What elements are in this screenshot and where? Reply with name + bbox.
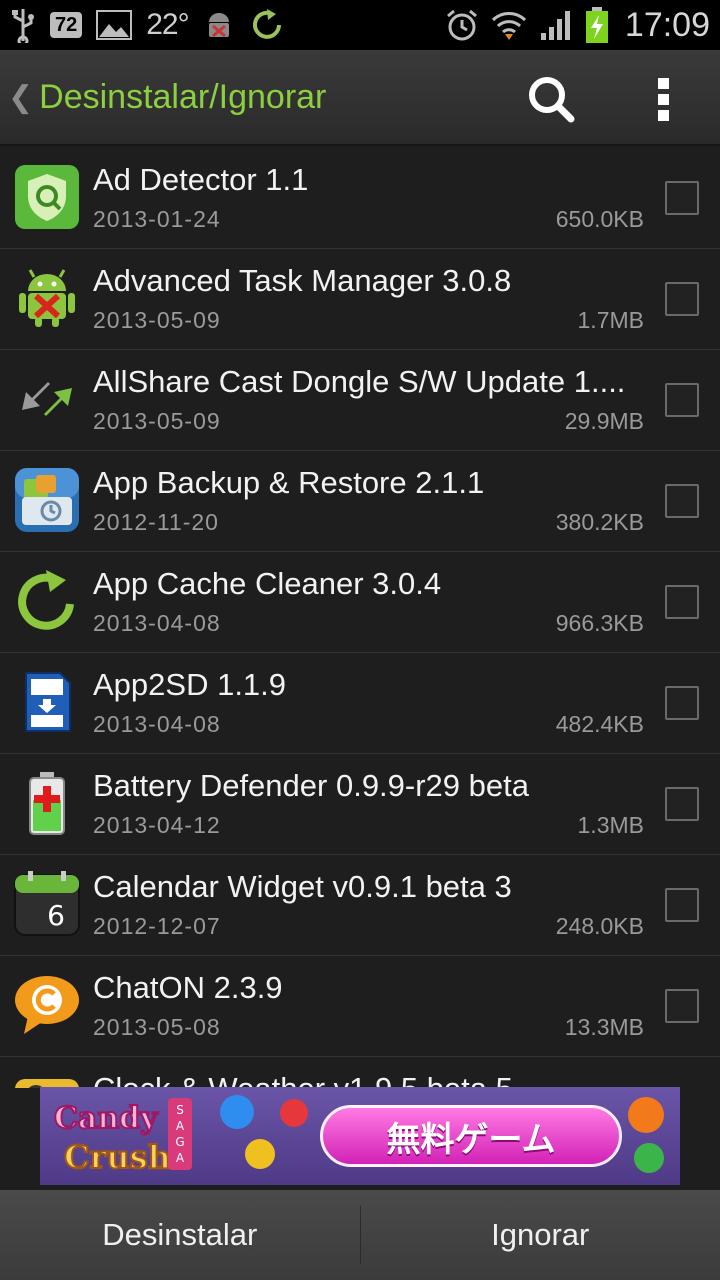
app-name: Ad Detector 1.1 — [93, 162, 309, 197]
app-name: Calendar Widget v0.9.1 beta 3 — [93, 869, 512, 904]
select-checkbox[interactable] — [665, 686, 699, 720]
android-icon — [203, 8, 235, 42]
allshare-icon — [14, 366, 80, 432]
app-name: Advanced Task Manager 3.0.8 — [93, 263, 512, 298]
app-date: 2012-12-07 — [93, 913, 221, 939]
search-icon[interactable] — [526, 74, 576, 124]
candy-blue-icon — [220, 1095, 254, 1129]
app2sd-icon — [14, 669, 80, 735]
select-checkbox[interactable] — [665, 282, 699, 316]
app-date: 2013-05-09 — [93, 408, 221, 434]
ad-cta-button[interactable]: 無料ゲーム — [320, 1105, 622, 1167]
app-date: 2013-04-12 — [93, 812, 221, 838]
list-item[interactable]: Battery Defender 0.9.9-r29 beta 2013-04-… — [0, 754, 720, 855]
back-chevron-icon[interactable]: ❮ — [8, 80, 33, 115]
select-checkbox[interactable] — [665, 888, 699, 922]
app-backup-icon — [14, 467, 80, 533]
candy-yellow-icon — [245, 1139, 275, 1169]
chaton-icon — [14, 972, 80, 1038]
app-size: 966.3KB — [555, 610, 644, 636]
app-date: 2013-04-08 — [93, 610, 221, 636]
list-item[interactable]: Ad Detector 1.1 2013-01-24 650.0KB — [0, 148, 720, 249]
candy-red-icon — [280, 1099, 308, 1127]
app-date: 2013-04-08 — [93, 711, 221, 737]
wifi-icon — [491, 8, 527, 42]
app-date: 2013-05-09 — [93, 307, 221, 333]
app-size: 380.2KB — [555, 509, 644, 535]
app-size: 248.0KB — [555, 913, 644, 939]
list-item[interactable]: App2SD 1.1.9 2013-04-08 482.4KB — [0, 653, 720, 754]
ad-detector-icon — [14, 164, 80, 230]
battery-defender-icon — [14, 770, 80, 836]
svg-text:6: 6 — [47, 899, 65, 932]
list-item[interactable]: 6 Calendar Widget v0.9.1 beta 3 2012-12-… — [0, 855, 720, 956]
list-item[interactable]: App Backup & Restore 2.1.1 2012-11-20 38… — [0, 451, 720, 552]
clock-weather-icon — [14, 1073, 80, 1088]
overflow-menu-icon[interactable] — [652, 74, 676, 124]
select-checkbox[interactable] — [665, 484, 699, 518]
app-size: 29.9MB — [564, 408, 644, 434]
list-item[interactable]: AllShare Cast Dongle S/W Update 1.... 20… — [0, 350, 720, 451]
list-item[interactable]: Clock & Weather v1.9.5 beta 5 — [0, 1057, 720, 1088]
list-item[interactable]: ChatON 2.3.9 2013-05-08 13.3MB — [0, 956, 720, 1057]
refresh-icon — [249, 7, 285, 43]
select-checkbox[interactable] — [665, 585, 699, 619]
app-size: 1.3MB — [577, 812, 644, 838]
app-date: 2013-05-08 — [93, 1014, 221, 1040]
app-list: Ad Detector 1.1 2013-01-24 650.0KB Advan… — [0, 148, 720, 1088]
svg-text:A: A — [176, 1119, 185, 1133]
cache-cleaner-icon — [14, 568, 80, 634]
status-bar: 72 22° 17:09 — [0, 0, 720, 50]
app-name: App Cache Cleaner 3.0.4 — [93, 566, 442, 601]
app-name: Clock & Weather v1.9.5 beta 5 — [93, 1071, 638, 1088]
clock-text: 17:09 — [624, 5, 710, 44]
app-name: ChatON 2.3.9 — [93, 970, 283, 1005]
app-size: 1.7MB — [577, 307, 644, 333]
page-title[interactable]: Desinstalar/Ignorar — [39, 78, 326, 117]
select-checkbox[interactable] — [665, 383, 699, 417]
app-date: 2013-01-24 — [93, 206, 221, 232]
task-manager-icon — [14, 265, 80, 331]
app-name: App Backup & Restore 2.1.1 — [93, 465, 485, 500]
ad-banner[interactable]: Candy Crush S A G A 無料ゲーム — [40, 1087, 680, 1185]
app-name: App2SD 1.1.9 — [93, 667, 287, 702]
candy-crush-logo: Candy Crush S A G A — [50, 1092, 200, 1180]
calendar-widget-icon: 6 — [14, 871, 80, 937]
uninstall-button[interactable]: Desinstalar — [0, 1190, 360, 1280]
app-size: 650.0KB — [555, 206, 644, 232]
select-checkbox[interactable] — [665, 181, 699, 215]
signal-icon — [539, 9, 573, 41]
svg-text:Candy: Candy — [54, 1101, 159, 1136]
candy-green-icon — [634, 1143, 664, 1173]
notification-count-badge: 72 — [50, 12, 83, 38]
select-checkbox[interactable] — [665, 989, 699, 1023]
app-name: AllShare Cast Dongle S/W Update 1.... — [93, 364, 626, 399]
svg-text:G: G — [175, 1135, 184, 1149]
svg-text:A: A — [176, 1151, 185, 1165]
temperature-text: 22° — [146, 8, 189, 41]
alarm-icon — [445, 8, 479, 42]
usb-icon — [10, 7, 36, 43]
app-size: 13.3MB — [564, 1014, 644, 1040]
svg-text:S: S — [176, 1103, 184, 1117]
app-date: 2012-11-20 — [93, 509, 219, 535]
candy-orange-icon — [628, 1097, 664, 1133]
bottom-action-bar: Desinstalar Ignorar — [0, 1190, 720, 1280]
select-checkbox[interactable] — [665, 787, 699, 821]
svg-text:Crush: Crush — [64, 1138, 171, 1176]
list-item[interactable]: App Cache Cleaner 3.0.4 2013-04-08 966.3… — [0, 552, 720, 653]
ignore-button[interactable]: Ignorar — [361, 1190, 720, 1280]
app-name: Battery Defender 0.9.9-r29 beta — [93, 768, 529, 803]
action-bar: ❮ Desinstalar/Ignorar — [0, 50, 720, 146]
app-size: 482.4KB — [555, 711, 644, 737]
image-icon — [96, 10, 133, 40]
list-item[interactable]: Advanced Task Manager 3.0.8 2013-05-09 1… — [0, 249, 720, 350]
battery-charging-icon — [585, 6, 609, 44]
